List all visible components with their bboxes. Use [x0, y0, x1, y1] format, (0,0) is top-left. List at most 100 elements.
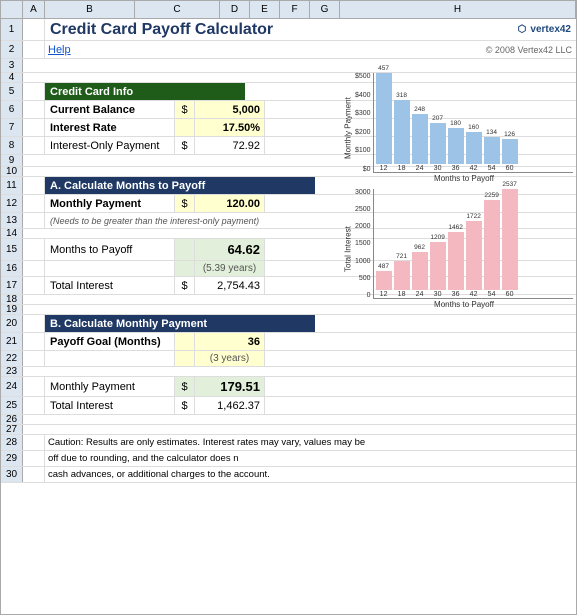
cell-a21 [23, 333, 45, 350]
monthly-payment-a-label: Monthly Payment [45, 195, 175, 212]
row16-b [45, 261, 175, 276]
row-num-11: 11 [1, 177, 23, 194]
row-num-7: 7 [1, 119, 23, 136]
row22-c1 [175, 351, 195, 366]
row-header-corner [1, 1, 23, 18]
months-to-payoff-label: Months to Payoff [45, 239, 175, 260]
row-num-13: 13 [1, 213, 23, 228]
row-num-22: 22 [1, 351, 23, 366]
col-header-a: A [23, 1, 45, 18]
row-num-24: 24 [1, 377, 23, 396]
payoff-goal-empty [175, 333, 195, 350]
row-num-27: 27 [1, 425, 23, 434]
row-num-12: 12 [1, 195, 23, 212]
credit-card-info-header: Credit Card Info [45, 83, 245, 100]
row-num-16: 16 [1, 261, 23, 276]
monthly-payment-b-label: Monthly Payment [45, 377, 175, 396]
row-num-19: 19 [1, 305, 23, 314]
cell-a25 [23, 397, 45, 414]
cell-a5 [23, 83, 45, 100]
cell-a20 [23, 315, 45, 332]
copyright-cell: © 2008 Vertex42 LLC [325, 41, 576, 58]
col-header-b: B [45, 1, 135, 18]
interest-only-dollar: $ [175, 137, 195, 154]
section-a-header: A. Calculate Months to Payoff [45, 177, 315, 194]
logo-icon: ⬡ [518, 24, 527, 35]
chart2: Total Interest 3000 2500 2000 1500 1000 … [341, 189, 573, 309]
chart2-y-labels: 3000 2500 2000 1500 1000 500 0 [355, 189, 373, 299]
interest-only-value: 72.92 [195, 137, 265, 154]
cell-a28 [23, 435, 45, 450]
row-num-20: 20 [1, 315, 23, 332]
chart1-y-labels: $500 $400 $300 $200 $100 $0 [355, 73, 373, 173]
cell-a11 [23, 177, 45, 194]
payoff-goal-label: Payoff Goal (Months) [45, 333, 175, 350]
col-header-c: C [135, 1, 220, 18]
interest-rate-dollar-empty [175, 119, 195, 136]
payoff-goal-value[interactable]: 36 [195, 333, 265, 350]
col-header-g: G [310, 1, 340, 18]
row23-content [23, 367, 576, 376]
copyright-text: © 2008 Vertex42 LLC [486, 45, 572, 55]
row-num-2: 2 [1, 41, 23, 58]
chart1-bars: 4571231818248242073018036160421345412660 [373, 73, 573, 173]
row-num-10: 10 [1, 167, 23, 176]
row-num-29: 29 [1, 451, 23, 466]
chart2-x-title: Months to Payoff [355, 300, 573, 309]
cell-a16 [23, 261, 45, 276]
total-interest-a-label: Total Interest [45, 277, 175, 294]
note-cell: (Needs to be greater than the interest-o… [45, 213, 315, 228]
total-interest-a-dollar: $ [175, 277, 195, 294]
row26-content [23, 415, 576, 424]
chart1-x-title: Months to Payoff [355, 174, 573, 183]
monthly-payment-b-dollar: $ [175, 377, 195, 396]
row-num-8: 8 [1, 137, 23, 154]
months-to-payoff-empty [175, 239, 195, 260]
row-num-18: 18 [1, 295, 23, 304]
months-to-payoff-years: (5.39 years) [195, 261, 265, 276]
row22-b [45, 351, 175, 366]
current-balance-dollar: $ [175, 101, 195, 118]
caution-line2: off due to rounding, and the calculator … [45, 451, 576, 466]
cell-a6 [23, 101, 45, 118]
row25-rest [265, 397, 576, 414]
row3-content [23, 59, 576, 72]
cell-a29 [23, 451, 45, 466]
row-num-17: 17 [1, 277, 23, 294]
col-header-d: D [220, 1, 250, 18]
help-link[interactable]: Help [48, 44, 71, 56]
logo-area: ⬡ vertex42 [325, 19, 576, 40]
chart2-y-title: Total Interest [341, 189, 355, 309]
row24-rest [265, 377, 576, 396]
help-cell[interactable]: Help [45, 41, 325, 58]
cell-a24 [23, 377, 45, 396]
interest-rate-value[interactable]: 17.50% [195, 119, 265, 136]
row-num-5: 5 [1, 83, 23, 100]
row-num-6: 6 [1, 101, 23, 118]
caution-line3: cash advances, or additional charges to … [45, 467, 576, 482]
monthly-payment-a-value[interactable]: 120.00 [195, 195, 265, 212]
row-num-14: 14 [1, 229, 23, 238]
chart2-bars: 4871272118962241209301462361722422259542… [373, 189, 573, 299]
row-num-1: 1 [1, 19, 23, 40]
cell-a30 [23, 467, 45, 482]
monthly-payment-b-value: 179.51 [195, 377, 265, 396]
title-cell: Credit Card Payoff Calculator [45, 19, 325, 40]
interest-only-label: Interest-Only Payment [45, 137, 175, 154]
caution-line1: Caution: Results are only estimates. Int… [45, 435, 576, 450]
current-balance-value[interactable]: 5,000 [195, 101, 265, 118]
interest-rate-label: Interest Rate [45, 119, 175, 136]
cell-a12 [23, 195, 45, 212]
total-interest-b-value: 1,462.37 [195, 397, 265, 414]
row27-content [23, 425, 576, 434]
row-num-3: 3 [1, 59, 23, 72]
row16-c1 [175, 261, 195, 276]
cell-a1 [23, 19, 45, 40]
section-b-header: B. Calculate Monthly Payment [45, 315, 315, 332]
col-header-f: F [280, 1, 310, 18]
col-header-h: H [340, 1, 576, 18]
row-num-4: 4 [1, 73, 23, 82]
row-num-30: 30 [1, 467, 23, 482]
cell-a17 [23, 277, 45, 294]
chart1: Monthly Payment $500 $400 $300 $200 $100… [341, 73, 573, 183]
